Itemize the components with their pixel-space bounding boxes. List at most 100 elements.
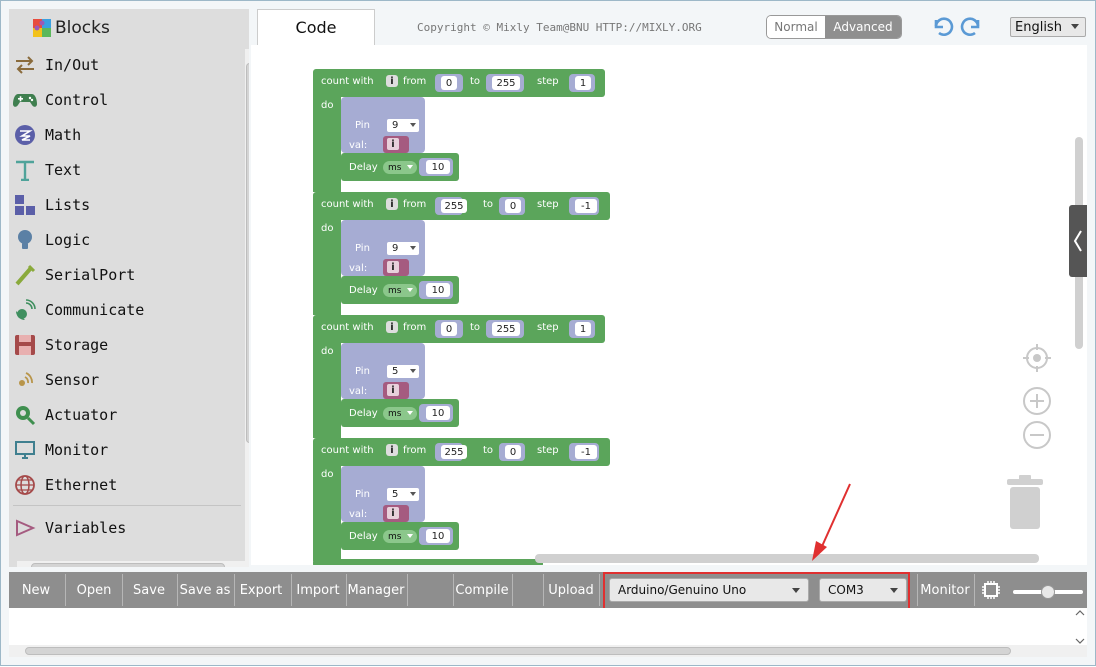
sidebar-item-monitor[interactable]: Monitor bbox=[13, 434, 108, 466]
from-value[interactable]: 255 bbox=[441, 199, 467, 213]
val-var-block[interactable]: i bbox=[383, 136, 409, 153]
val-var-block[interactable]: i bbox=[383, 505, 409, 522]
pin-select[interactable]: 9 bbox=[387, 119, 419, 132]
sidebar-item-variables[interactable]: Variables bbox=[13, 512, 126, 544]
to-value[interactable]: 255 bbox=[492, 76, 520, 90]
sidebar-item-actuator[interactable]: Actuator bbox=[13, 399, 117, 431]
sidebar-item-control[interactable]: Control bbox=[13, 84, 108, 116]
trash-icon[interactable] bbox=[1005, 475, 1045, 531]
sidebar-item-ethernet[interactable]: Ethernet bbox=[13, 469, 117, 501]
delay-unit-select[interactable]: ms bbox=[383, 530, 417, 543]
manager-button[interactable]: Manager bbox=[347, 572, 405, 608]
chevron-left-icon bbox=[1073, 230, 1082, 252]
from-value[interactable]: 255 bbox=[441, 445, 467, 459]
zoom-in-icon[interactable] bbox=[1022, 386, 1052, 416]
console-hscrollbar[interactable] bbox=[9, 645, 1087, 657]
sidebar-vscrollbar[interactable] bbox=[245, 49, 249, 567]
do-label: do bbox=[321, 346, 334, 357]
val-var-chip: i bbox=[387, 384, 399, 396]
compile-button[interactable]: Compile bbox=[455, 572, 509, 608]
console-vscroll-arrows[interactable] bbox=[1074, 607, 1086, 647]
delay-label: Delay bbox=[349, 285, 378, 296]
sidebar-item-text[interactable]: Text bbox=[13, 154, 81, 186]
save-button[interactable]: Save bbox=[123, 572, 175, 608]
sidebar-item-inout[interactable]: In/Out bbox=[13, 49, 99, 81]
to-value[interactable]: 255 bbox=[492, 322, 520, 336]
delay-value[interactable]: 10 bbox=[426, 160, 450, 174]
save-as-button[interactable]: Save as bbox=[178, 572, 232, 608]
sidebar-item-sensor[interactable]: Sensor bbox=[13, 364, 99, 396]
export-button[interactable]: Export bbox=[235, 572, 287, 608]
language-value: English bbox=[1015, 19, 1062, 35]
step-value[interactable]: -1 bbox=[575, 199, 597, 213]
step-value[interactable]: 1 bbox=[575, 76, 591, 90]
delay-unit-select[interactable]: ms bbox=[383, 284, 417, 297]
from-value[interactable]: 0 bbox=[441, 76, 457, 90]
sidebar-item-communicate[interactable]: Communicate bbox=[13, 294, 144, 326]
redo-icon[interactable] bbox=[960, 15, 984, 39]
loop-var-chip[interactable]: i bbox=[386, 198, 398, 210]
scroll-thumb[interactable] bbox=[25, 647, 1011, 655]
step-label: step bbox=[537, 322, 559, 333]
count-loop-block[interactable]: count with i from 255 to 0 step -1 do Pin 9 val: i De… bbox=[313, 190, 613, 317]
open-button[interactable]: Open bbox=[67, 572, 121, 608]
from-value[interactable]: 0 bbox=[441, 322, 457, 336]
language-select[interactable]: English bbox=[1010, 17, 1086, 37]
delay-unit-select[interactable]: ms bbox=[383, 161, 417, 174]
upload-button[interactable]: Upload bbox=[545, 572, 597, 608]
loop-var-chip[interactable]: i bbox=[386, 75, 398, 87]
count-loop-block[interactable]: count with i from 0 to 255 step 1 do Pin 5 val: i Del… bbox=[313, 313, 613, 440]
monitor-icon bbox=[13, 438, 37, 462]
new-button[interactable]: New bbox=[9, 572, 63, 608]
import-button[interactable]: Import bbox=[292, 572, 344, 608]
val-var-block[interactable]: i bbox=[383, 382, 409, 399]
sidebar-hscrollbar[interactable] bbox=[17, 561, 245, 567]
scroll-thumb[interactable] bbox=[31, 563, 225, 567]
side-panel-tab[interactable] bbox=[1069, 205, 1087, 277]
delay-value[interactable]: 10 bbox=[426, 283, 450, 297]
loop-header-partial[interactable] bbox=[313, 559, 543, 565]
sidebar-item-label: Text bbox=[45, 161, 82, 179]
sidebar-item-logic[interactable]: Logic bbox=[13, 224, 90, 256]
puzzle-icon bbox=[33, 19, 51, 37]
to-value[interactable]: 0 bbox=[505, 445, 521, 459]
delay-value[interactable]: 10 bbox=[426, 406, 450, 420]
to-value[interactable]: 0 bbox=[505, 199, 521, 213]
count-loop-block[interactable]: count with i from 255 to 0 step -1 do Pin 5 val: i De… bbox=[313, 436, 613, 563]
sidebar-item-math[interactable]: Math bbox=[13, 119, 81, 151]
pin-select[interactable]: 5 bbox=[387, 365, 419, 378]
loop-var-chip[interactable]: i bbox=[386, 444, 398, 456]
loop-var-chip[interactable]: i bbox=[386, 321, 398, 333]
mode-advanced-button[interactable]: Advanced bbox=[825, 16, 901, 38]
monitor-button[interactable]: Monitor bbox=[919, 572, 971, 608]
blocks-workspace[interactable]: count with i from 0 to 255 step 1 do Pin 9 val: i Del… bbox=[251, 45, 1087, 565]
step-value[interactable]: -1 bbox=[575, 445, 597, 459]
do-label: do bbox=[321, 100, 334, 111]
pin-select[interactable]: 9 bbox=[387, 242, 419, 255]
sidebar-item-label: Storage bbox=[45, 336, 109, 354]
chip-icon[interactable] bbox=[981, 580, 1001, 600]
val-var-block[interactable]: i bbox=[383, 259, 409, 276]
slider-knob[interactable] bbox=[1041, 585, 1055, 599]
delay-unit-select[interactable]: ms bbox=[383, 407, 417, 420]
step-value[interactable]: 1 bbox=[575, 322, 591, 336]
sidebar-item-storage[interactable]: Storage bbox=[13, 329, 108, 361]
sidebar-item-lists[interactable]: Lists bbox=[13, 189, 90, 221]
scroll-thumb[interactable] bbox=[246, 63, 249, 443]
header-bar: Code Copyright © Mixly Team@BNU HTTP://M… bbox=[257, 9, 1087, 45]
sidebar-item-serialport[interactable]: SerialPort bbox=[13, 259, 135, 291]
zoom-out-icon[interactable] bbox=[1022, 420, 1052, 450]
delay-value[interactable]: 10 bbox=[426, 529, 450, 543]
zoom-slider[interactable] bbox=[1013, 585, 1083, 599]
pin-label: Pin bbox=[355, 243, 370, 254]
recenter-icon[interactable] bbox=[1022, 343, 1052, 373]
sidebar-divider bbox=[13, 505, 241, 506]
delay-label: Delay bbox=[349, 531, 378, 542]
output-console[interactable] bbox=[9, 608, 1087, 645]
tab-code[interactable]: Code bbox=[257, 9, 375, 45]
workspace-hscroll-thumb[interactable] bbox=[535, 554, 1039, 563]
pin-select[interactable]: 5 bbox=[387, 488, 419, 501]
mode-normal-button[interactable]: Normal bbox=[767, 16, 825, 38]
count-loop-block[interactable]: count with i from 0 to 255 step 1 do Pin 9 val: i Del… bbox=[313, 67, 613, 194]
undo-icon[interactable] bbox=[930, 15, 954, 39]
